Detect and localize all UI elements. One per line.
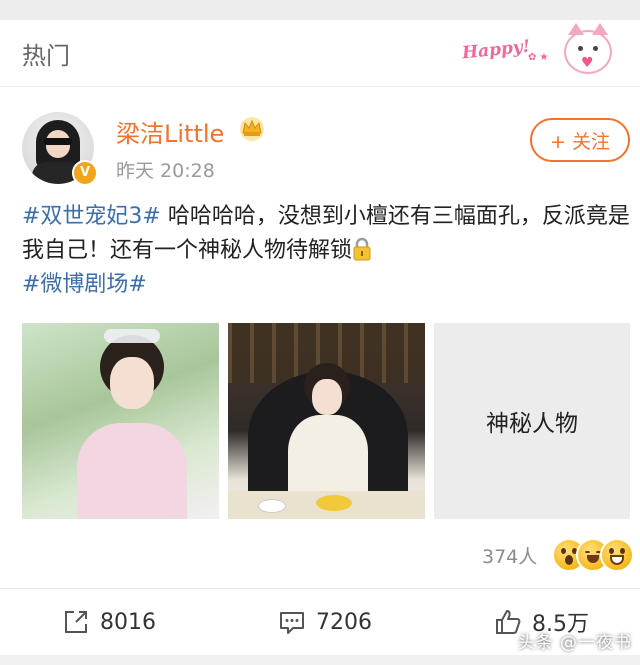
post-text: #双世宠妃3# 哈哈哈哈，没想到小檀还有三幅面孔，反派竟是我自己！还有一个神秘人… bbox=[22, 200, 632, 302]
repost-button[interactable]: 8016 bbox=[62, 589, 156, 655]
bottom-gap bbox=[0, 655, 640, 665]
crown-icon bbox=[240, 117, 264, 141]
hashtag-link[interactable]: #双世宠妃3# bbox=[22, 204, 161, 229]
username[interactable]: 梁洁Little bbox=[116, 114, 224, 149]
repost-count: 8016 bbox=[100, 609, 156, 635]
top-gap bbox=[0, 0, 640, 20]
watermark: 头条 @一夜书 bbox=[517, 633, 632, 653]
comment-button[interactable]: 7206 bbox=[278, 589, 372, 655]
comment-icon bbox=[280, 612, 304, 634]
follow-button[interactable]: + 关注 bbox=[530, 118, 630, 162]
happy-star-icon: ✿ ★ bbox=[528, 52, 549, 63]
reaction-row[interactable]: 374人 bbox=[0, 532, 640, 576]
reaction-count: 374人 bbox=[482, 546, 538, 568]
comment-count: 7206 bbox=[316, 609, 372, 635]
post-image-3[interactable]: 神秘人物 bbox=[434, 323, 630, 519]
repost-icon bbox=[65, 611, 87, 633]
post-image-1[interactable] bbox=[22, 323, 219, 519]
section-title[interactable]: 热门 bbox=[22, 36, 70, 71]
section-header: 热门 Happy! ✿ ★ ♥ bbox=[0, 20, 640, 87]
grin-emoji-icon bbox=[600, 538, 634, 572]
verified-badge-icon: V bbox=[72, 160, 98, 186]
lock-icon bbox=[353, 237, 371, 261]
post-timestamp: 昨天 20:28 bbox=[116, 160, 215, 182]
hashtag-link[interactable]: #微博剧场# bbox=[22, 272, 147, 297]
happy-decoration: Happy! ✿ ★ ♥ bbox=[461, 23, 612, 82]
post-image-2[interactable] bbox=[228, 323, 425, 519]
mystery-label: 神秘人物 bbox=[486, 411, 578, 437]
happy-text: Happy! bbox=[461, 36, 532, 64]
cat-sticker-icon: ♥ bbox=[564, 23, 612, 74]
